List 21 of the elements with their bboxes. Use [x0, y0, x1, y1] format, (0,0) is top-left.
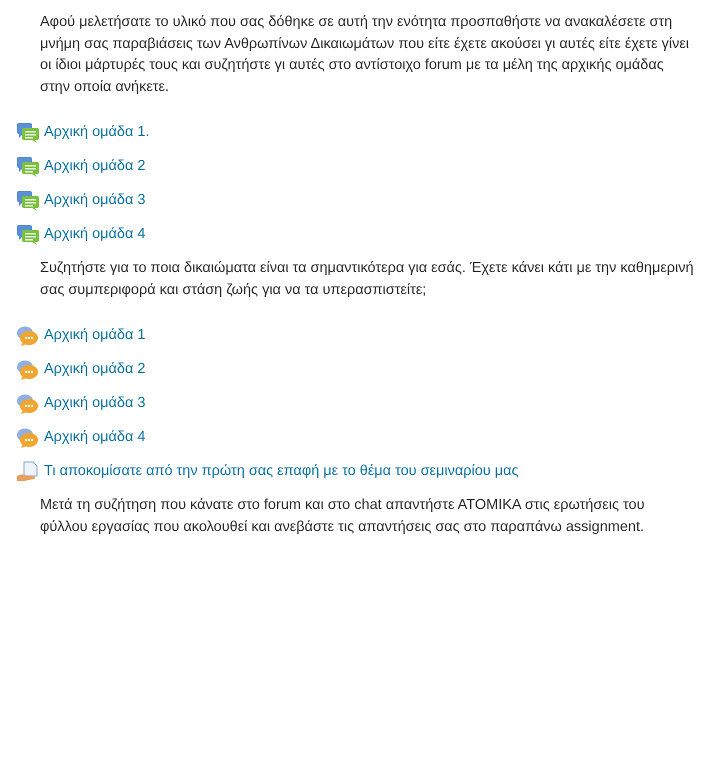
activity-link[interactable]: Αρχική ομάδα 2: [44, 156, 146, 178]
chat-bubbles-icon: [16, 393, 40, 415]
speech-bubbles-icon: [16, 156, 40, 178]
activity-link[interactable]: Αρχική ομάδα 3: [44, 190, 146, 212]
chat-bubbles-icon: [16, 427, 40, 449]
instruction-paragraph: Μετά τη συζήτηση που κάνατε στο forum και στο chat απαντήστε ΑΤΟΜΙΚΑ στις ερωτήσεις του φύλλου εργασίας που ακολουθεί και ανεβάστε τις απαντήσεις σας στο παραπάνω assignment.: [39, 496, 646, 536]
chat-bubbles-icon: [16, 325, 40, 347]
activity-link[interactable]: Αρχική ομάδα 1: [44, 325, 146, 347]
activity-link[interactable]: Αρχική ομάδα 3: [44, 393, 146, 415]
speech-bubbles-icon: [16, 122, 40, 144]
instruction-paragraph: Αφού μελετήσατε το υλικό που σας δόθηκε σε αυτή την ενότητα προσπαθήστε να ανακαλέσετε στη μνήμη σας παραβιάσεις των Ανθρωπίνων Δικαιωμάτων που είτε έχετε ακούσει γι αυτές είτε έχετε γίνει οι ίδιοι μάρτυρές τους και συζητήστε γι αυτές στο αντίστοιχο forum με τα μέλη της αρχικής ομάδας στην οποία ανήκετε.: [39, 13, 690, 96]
speech-bubbles-icon: [16, 190, 40, 212]
activity-link[interactable]: Αρχική ομάδα 4: [44, 224, 146, 246]
speech-bubbles-icon: [16, 224, 40, 246]
activity-link[interactable]: Αρχική ομάδα 2: [44, 359, 146, 381]
instruction-paragraph: Συζητήστε για το ποια δικαιώματα είναι τα σημαντικότερα για εσάς. Έχετε κάνει κάτι με την καθημερινή σας συμπεριφορά και στάση ζωής για να τα υπερασπιστείτε;: [39, 259, 695, 300]
activity-link[interactable]: Αρχική ομάδα 1.: [44, 122, 150, 144]
chat-bubbles-icon: [16, 359, 40, 381]
document-hand-icon: [16, 461, 40, 483]
activity-link[interactable]: Τι αποκομίσατε από την πρώτη σας επαφή με το θέμα του σεμιναρίου μας: [44, 461, 518, 483]
activity-link[interactable]: Αρχική ομάδα 4: [44, 427, 146, 449]
